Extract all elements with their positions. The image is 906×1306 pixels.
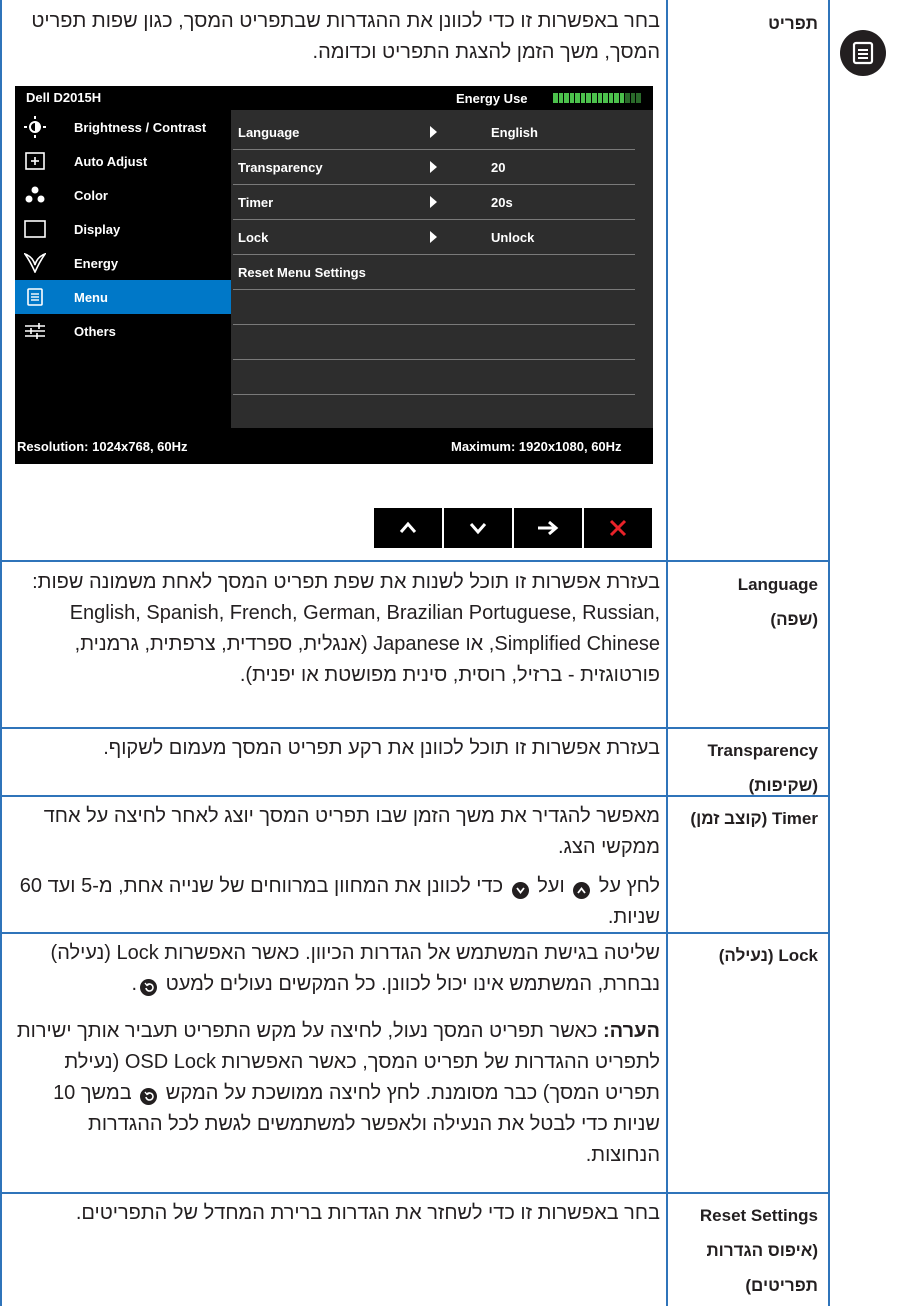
back-button-icon — [140, 1087, 158, 1105]
close-icon — [609, 519, 627, 537]
section-title-menu: תפריט — [768, 14, 818, 33]
row-divider — [0, 560, 830, 562]
menu-icon — [24, 286, 46, 308]
down-arrow-icon — [469, 523, 487, 535]
timer-text-2: לחץ על ועל כדי לכוונן את המחוון במרווחים… — [16, 871, 660, 933]
osd-menu-label: Auto Adjust — [74, 153, 148, 169]
section-title-transparency: Transparency (שקיפות) — [676, 733, 818, 803]
osd-energy-label: Energy Use — [456, 91, 528, 106]
transparency-title-en: Transparency — [707, 741, 818, 760]
osd-row-value: 20s — [491, 195, 513, 210]
manual-page: תפריט בחר באפשרות זו כדי לכוונן את ההגדר… — [0, 0, 906, 1306]
osd-row-key: Lock — [238, 230, 269, 245]
right-triangle-icon — [430, 126, 437, 138]
right-triangle-icon — [430, 196, 437, 208]
up-button-icon — [573, 882, 591, 899]
osd-row-empty — [233, 325, 635, 360]
note-label: הערה: — [603, 1020, 660, 1042]
right-button[interactable] — [514, 508, 582, 548]
osd-row-value: 20 — [491, 160, 506, 175]
osd-menu-label: Color — [74, 187, 108, 203]
color-icon — [24, 184, 46, 206]
osd-row-key: Reset Menu Settings — [238, 265, 366, 280]
osd-menu-item-energy[interactable]: Energy — [15, 246, 231, 280]
osd-menu-label: Others — [74, 323, 116, 339]
brightness-icon — [24, 116, 46, 138]
column-divider — [666, 0, 668, 1306]
osd-model-name: Dell D2015H — [26, 90, 102, 105]
right-triangle-icon — [430, 231, 437, 243]
lock-text: שליטה בגישת המשתמש אל הגדרות הכיוון. כאש… — [50, 942, 660, 996]
section-title-reset: Reset Settings (איפוס הגדרות תפריטים) — [676, 1198, 818, 1303]
osd-screenshot: Dell D2015H Energy Use Brightness / Cont… — [15, 86, 653, 464]
language-title-en: Language — [737, 575, 818, 594]
osd-row-transparency[interactable]: Transparency 20 — [233, 150, 635, 185]
display-icon — [24, 218, 46, 240]
close-button[interactable] — [584, 508, 652, 548]
osd-title-bar: Dell D2015H Energy Use — [15, 86, 653, 110]
timer-text-2a: לחץ על — [598, 875, 660, 897]
osd-status-bar: Resolution: 1024x768, 60Hz Maximum: 1920… — [15, 428, 653, 464]
energy-meter — [553, 93, 641, 103]
down-button[interactable] — [444, 508, 512, 548]
osd-menu-item-others[interactable]: Others — [15, 314, 231, 348]
timer-text-2b: ועל — [537, 875, 565, 897]
osd-max-resolution: Maximum: 1920x1080, 60Hz — [451, 439, 622, 454]
osd-menu-item-color[interactable]: Color — [15, 178, 231, 212]
reset-description: בחר באפשרות זו כדי לשחזר את הגדרות ברירת… — [75, 1202, 660, 1224]
osd-menu-label: Display — [74, 221, 121, 237]
row-divider — [0, 1192, 830, 1194]
transparency-description: בעזרת אפשרות זו תוכל לכוונן את רקע תפריט… — [103, 737, 660, 759]
right-triangle-icon — [430, 161, 437, 173]
section-title-lock: Lock (נעילה) — [718, 946, 818, 965]
others-icon — [24, 320, 46, 342]
osd-menu-label: Energy — [74, 255, 119, 271]
reset-title-en: Reset Settings — [699, 1206, 818, 1225]
section-title-timer: Timer (קוצב זמן) — [690, 809, 818, 828]
osd-menu-item-brightness[interactable]: Brightness / Contrast — [15, 110, 231, 144]
row-divider — [0, 727, 830, 729]
language-description: בעזרת אפשרות זו תוכל לשנות את שפת תפריט … — [32, 571, 660, 686]
osd-resolution: Resolution: 1024x768, 60Hz — [17, 439, 188, 454]
timer-description: מאפשר להגדיר את משך הזמן שבו תפריט המסך … — [16, 801, 660, 933]
osd-row-value: English — [491, 125, 538, 140]
lock-description: שליטה בגישת המשתמש אל הגדרות הכיוון. כאש… — [16, 938, 660, 1171]
osd-row-empty — [233, 290, 635, 325]
osd-row-language[interactable]: Language English — [233, 115, 635, 150]
right-arrow-icon — [538, 520, 559, 536]
left-border — [0, 0, 2, 1306]
menu-icon — [840, 30, 886, 76]
osd-row-empty — [233, 360, 635, 395]
osd-row-lock[interactable]: Lock Unlock — [233, 220, 635, 255]
up-button[interactable] — [374, 508, 442, 548]
menu-description: בחר באפשרות זו כדי לכוונן את ההגדרות שבת… — [31, 10, 660, 63]
osd-menu-item-auto-adjust[interactable]: Auto Adjust — [15, 144, 231, 178]
osd-menu-item-menu[interactable]: Menu — [15, 280, 231, 314]
down-button-icon — [511, 882, 529, 899]
osd-row-key: Timer — [238, 195, 274, 210]
reset-title-he: (איפוס הגדרות תפריטים) — [706, 1241, 818, 1295]
up-arrow-icon — [399, 521, 417, 533]
section-title-language: Language (שפה) — [676, 567, 818, 637]
osd-menu-label: Menu — [74, 289, 108, 305]
energy-icon — [24, 252, 46, 274]
osd-menu-label: Brightness / Contrast — [74, 119, 207, 135]
osd-row-key: Language — [238, 125, 300, 140]
transparency-title-he: (שקיפות) — [748, 776, 818, 795]
osd-row-reset[interactable]: Reset Menu Settings — [233, 255, 635, 290]
back-button-icon — [140, 978, 158, 996]
auto-adjust-icon — [24, 150, 46, 172]
osd-menu-item-display[interactable]: Display — [15, 212, 231, 246]
osd-menu-list: Brightness / Contrast Auto Adjust Color … — [15, 110, 231, 428]
osd-row-key: Transparency — [238, 160, 323, 175]
timer-text-1: מאפשר להגדיר את משך הזמן שבו תפריט המסך … — [43, 805, 660, 858]
lock-note: הערה: כאשר תפריט המסך נעול, לחיצה על מקש… — [16, 1016, 660, 1171]
osd-row-value: Unlock — [491, 230, 535, 245]
language-title-he: (שפה) — [770, 610, 818, 629]
osd-row-timer[interactable]: Timer 20s — [233, 185, 635, 220]
right-border — [828, 0, 830, 1306]
